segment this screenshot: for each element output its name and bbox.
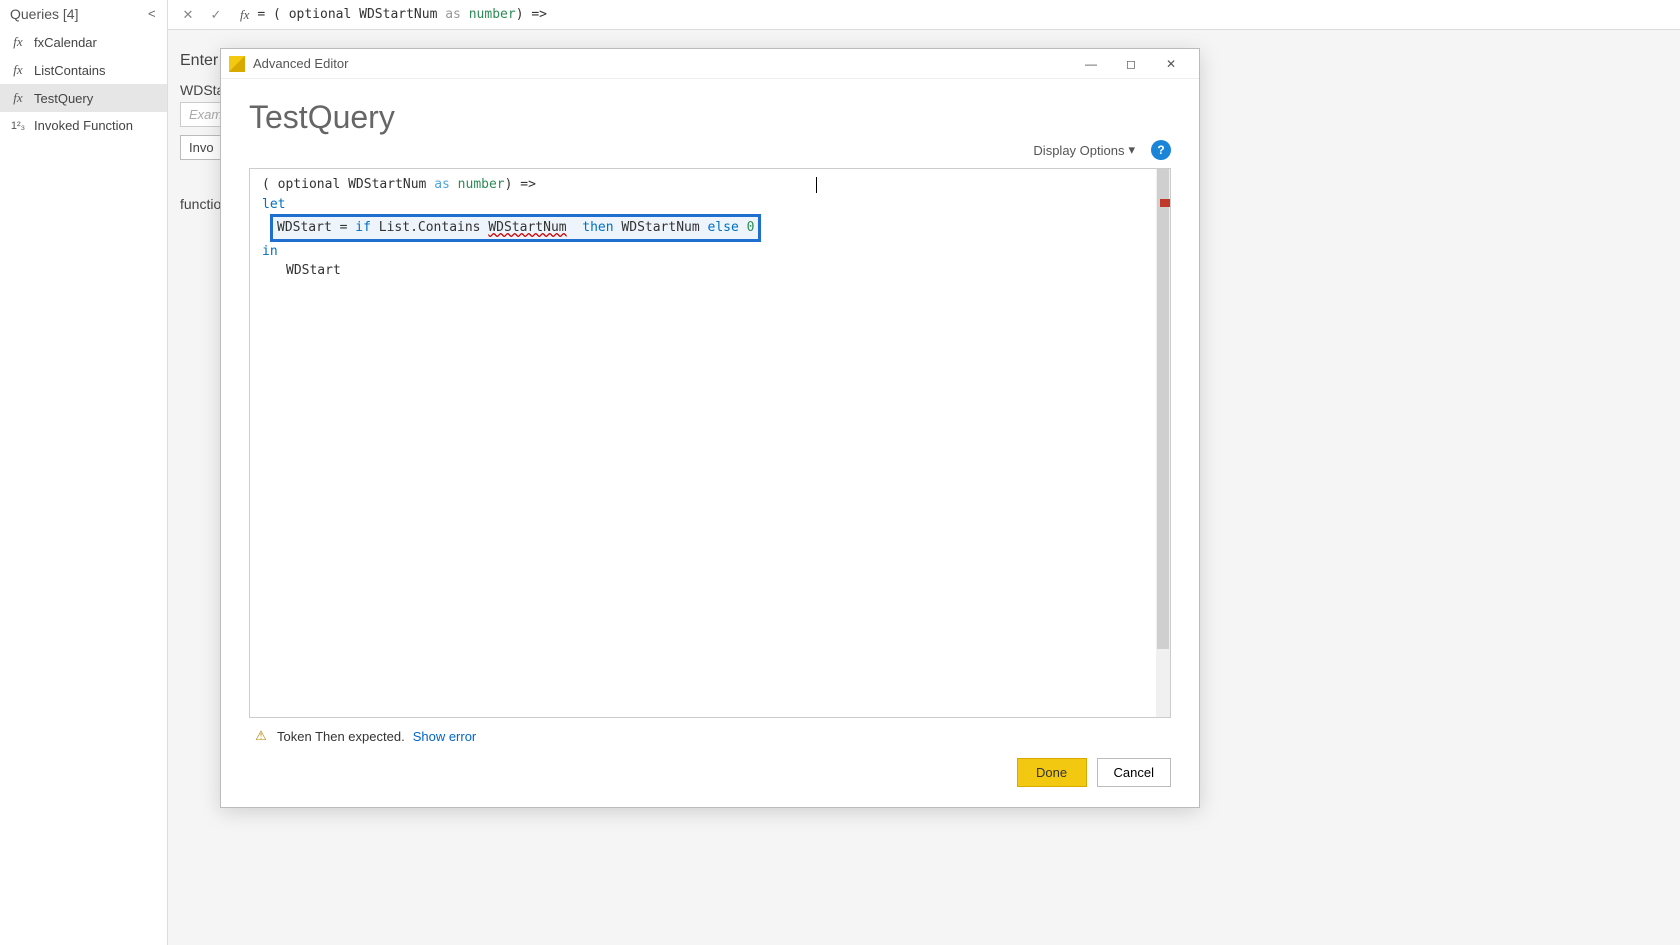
editor-scrollbar[interactable]	[1156, 169, 1170, 717]
formula-bar: ✕ ✓ fx = ( optional WDStartNum as number…	[168, 0, 1680, 30]
cancel-button[interactable]: Cancel	[1097, 758, 1171, 787]
query-label: ListContains	[34, 63, 106, 78]
error-row: ⚠ Token Then expected. Show error	[249, 718, 1171, 754]
scrollbar-thumb[interactable]	[1157, 169, 1169, 649]
text-cursor	[816, 177, 817, 193]
code-number: 0	[739, 220, 755, 235]
formula-type: number	[461, 7, 516, 22]
query-item-invoked-function[interactable]: 1²₃ Invoked Function	[0, 112, 167, 139]
maximize-button[interactable]: ◻	[1111, 50, 1151, 78]
code-text: ( optional WDStartNum	[262, 177, 434, 192]
error-marker[interactable]	[1160, 199, 1170, 207]
code-text	[567, 220, 583, 235]
code-keyword-else: else	[708, 220, 739, 235]
query-label: Invoked Function	[34, 118, 133, 133]
warning-icon: ⚠	[253, 728, 269, 744]
dialog-title-bar: Advanced Editor — ◻ ✕	[221, 49, 1199, 79]
code-text: WDStartNum	[614, 220, 708, 235]
help-icon[interactable]: ?	[1151, 140, 1171, 160]
cancel-formula-icon[interactable]: ✕	[176, 3, 200, 27]
query-label: TestQuery	[34, 91, 93, 106]
number-type-icon: 1²₃	[10, 120, 26, 132]
error-message: Token Then expected.	[277, 729, 405, 744]
queries-title: Queries [4]	[10, 6, 78, 22]
code-keyword-in: in	[262, 244, 278, 259]
minimize-button[interactable]: —	[1071, 50, 1111, 78]
code-text: List.Contains	[371, 220, 488, 235]
dialog-body: TestQuery Display Options ▾ ? ( optional…	[221, 79, 1199, 807]
formula-text[interactable]: = ( optional WDStartNum as number) =>	[257, 7, 547, 22]
display-options-label: Display Options	[1033, 143, 1124, 158]
done-button[interactable]: Done	[1017, 758, 1087, 787]
code-keyword: as	[434, 177, 450, 192]
code-type: number	[450, 177, 505, 192]
collapse-panel-icon[interactable]: <	[148, 6, 156, 21]
show-error-link[interactable]: Show error	[413, 729, 477, 744]
highlighted-code-line: WDStart = if List.Contains WDStartNum th…	[270, 214, 761, 242]
code-text: WDStart	[286, 263, 341, 278]
dialog-button-row: Done Cancel	[249, 754, 1171, 795]
query-label: fxCalendar	[34, 35, 97, 50]
display-options-dropdown[interactable]: Display Options ▾	[1033, 142, 1135, 158]
fx-icon: fx	[10, 90, 26, 106]
dialog-title: Advanced Editor	[253, 56, 1071, 71]
powerbi-icon	[229, 56, 245, 72]
accept-formula-icon[interactable]: ✓	[204, 3, 228, 27]
query-item-listcontains[interactable]: fx ListContains	[0, 56, 167, 84]
code-keyword-then: then	[582, 220, 613, 235]
code-keyword-if: if	[355, 220, 371, 235]
options-row: Display Options ▾ ?	[249, 140, 1171, 160]
formula-segment: ) =>	[516, 7, 547, 22]
queries-panel: Queries [4] fx fxCalendar fx ListContain…	[0, 0, 168, 945]
queries-header: Queries [4]	[0, 0, 167, 28]
code-keyword-let: let	[262, 197, 285, 212]
code-text: WDStart =	[277, 220, 355, 235]
code-error-token: WDStartNum	[488, 220, 566, 235]
advanced-editor-dialog: Advanced Editor — ◻ ✕ TestQuery Display …	[220, 48, 1200, 808]
fx-icon: fx	[10, 62, 26, 78]
code-editor[interactable]: ( optional WDStartNum as number) => let WD…	[249, 168, 1171, 718]
fx-icon: fx	[10, 34, 26, 50]
formula-segment: = ( optional WDStartNum	[257, 7, 445, 22]
formula-keyword-as: as	[445, 7, 461, 22]
fx-icon[interactable]: fx	[240, 7, 249, 23]
query-item-fxcalendar[interactable]: fx fxCalendar	[0, 28, 167, 56]
code-text: ) =>	[505, 177, 536, 192]
query-item-testquery[interactable]: fx TestQuery	[0, 84, 167, 112]
chevron-down-icon: ▾	[1128, 142, 1135, 158]
query-title: TestQuery	[249, 99, 1171, 136]
close-button[interactable]: ✕	[1151, 50, 1191, 78]
